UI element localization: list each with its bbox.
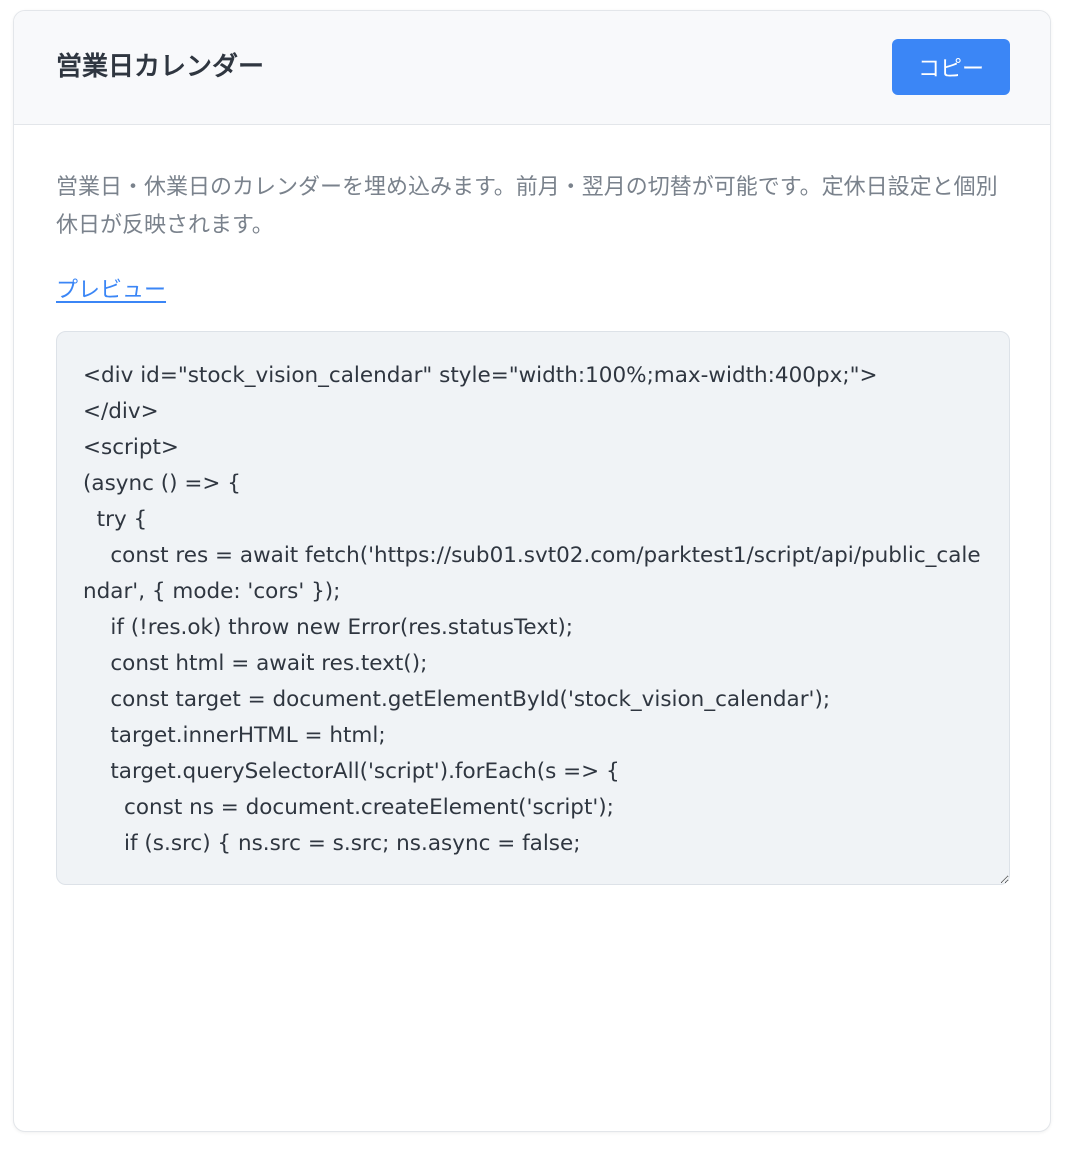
embed-code-textarea[interactable]: <div id="stock_vision_calendar" style="w… (56, 331, 1010, 885)
card-body: 営業日・休業日のカレンダーを埋め込みます。前月・翌月の切替が可能です。定休日設定… (14, 125, 1050, 885)
card-title: 営業日カレンダー (56, 52, 265, 82)
description-text: 営業日・休業日のカレンダーを埋め込みます。前月・翌月の切替が可能です。定休日設定… (56, 175, 998, 238)
copy-button[interactable]: コピー (892, 39, 1010, 95)
preview-link[interactable]: プレビュー (56, 275, 166, 307)
embed-card: 営業日カレンダー コピー 営業日・休業日のカレンダーを埋め込みます。前月・翌月の… (13, 10, 1051, 1132)
card-header: 営業日カレンダー コピー (14, 11, 1050, 125)
